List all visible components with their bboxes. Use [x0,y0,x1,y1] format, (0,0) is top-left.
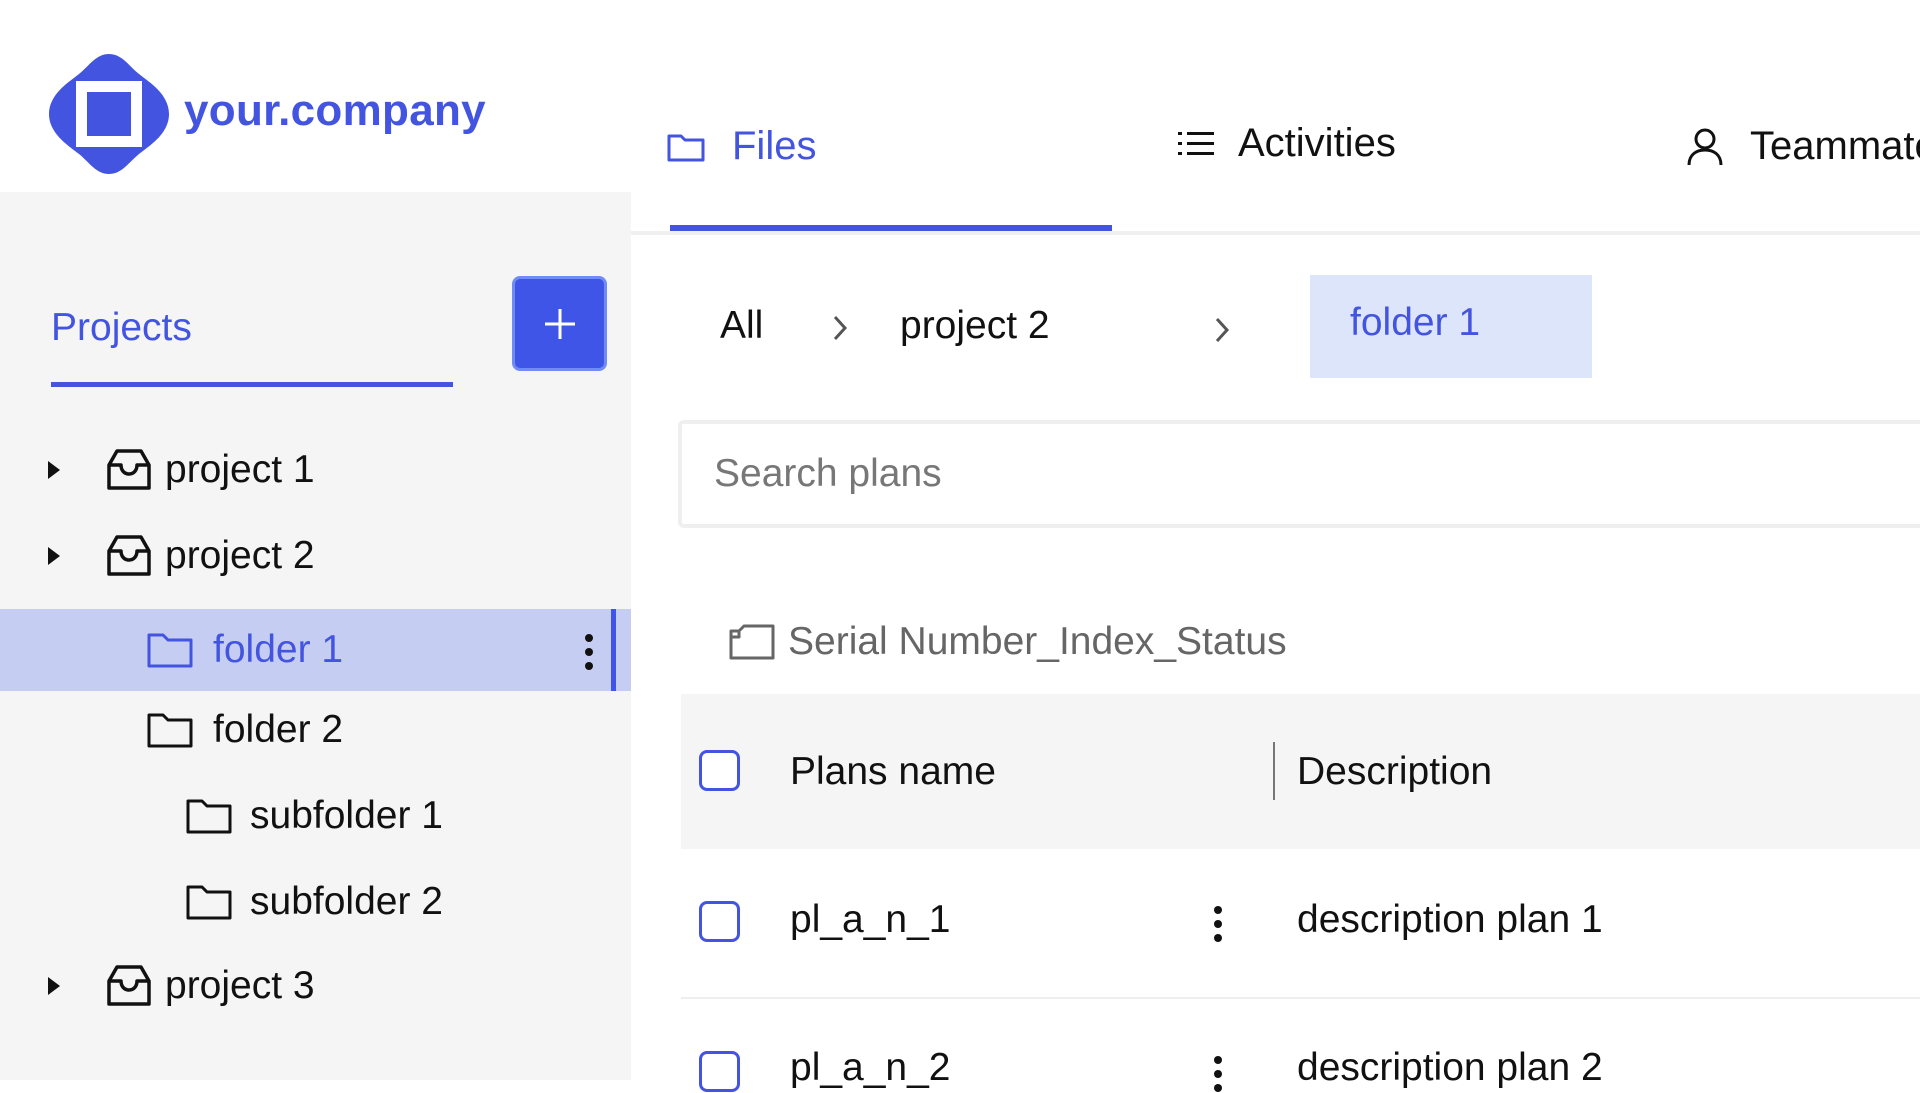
tree-item-folder-2[interactable]: folder 2 [0,702,631,758]
tab-activities-label: Activities [1238,121,1396,165]
company-name: your.company [184,86,486,135]
breadcrumb-project-2[interactable]: project 2 [900,304,1050,348]
inbox-icon [106,534,152,578]
column-header-description[interactable]: Description [1297,750,1492,794]
tab-activities[interactable]: Activities [1176,121,1396,166]
tab-teammates[interactable]: Teammates [1686,124,1920,169]
search-plans-input[interactable] [678,420,1920,528]
chevron-right-icon [1214,316,1230,344]
tab-files[interactable]: Files [666,124,816,169]
row-divider [681,997,1920,999]
more-options-icon[interactable] [1213,1055,1223,1093]
breadcrumb-all[interactable]: All [720,304,763,348]
plus-icon [545,309,575,339]
projects-title-underline [51,382,453,387]
plan-name[interactable]: pl_a_n_2 [790,1046,951,1090]
column-header-plans-name[interactable]: Plans name [790,750,996,794]
naming-convention-hint: Serial Number_Index_Status [728,620,1287,664]
row-checkbox[interactable] [699,1051,740,1092]
tree-item-subfolder-1[interactable]: subfolder 1 [0,788,631,844]
tree-item-label: subfolder 1 [250,794,443,837]
plan-description: description plan 2 [1297,1046,1603,1089]
caret-right-icon[interactable] [47,460,61,480]
projects-title: Projects [51,306,192,349]
selection-indicator [611,609,616,691]
select-all-checkbox[interactable] [699,750,740,791]
breadcrumb-current-label: folder 1 [1350,301,1481,344]
breadcrumb-folder-1[interactable]: folder 1 [1310,275,1592,378]
more-options-icon[interactable] [1213,905,1223,943]
column-divider[interactable] [1273,742,1275,800]
user-icon [1686,127,1724,167]
tree-item-project-2[interactable]: project 2 [0,528,631,584]
chevron-right-icon [832,314,848,342]
row-checkbox[interactable] [699,901,740,942]
tree-item-label: folder 2 [213,708,344,751]
folder-icon [146,711,194,749]
tree-item-project-3[interactable]: project 3 [0,958,631,1014]
caret-right-icon[interactable] [47,976,61,996]
folder-icon [185,883,233,921]
list-icon [1176,128,1216,160]
inbox-icon [106,448,152,492]
active-tab-indicator [670,225,1112,231]
tree-item-folder-1[interactable]: folder 1 [0,609,631,691]
company-logo-icon [47,52,171,176]
tree-item-label: folder 1 [213,628,344,671]
document-label-icon [728,623,776,661]
folder-icon [666,131,706,163]
tree-item-project-1[interactable]: project 1 [0,442,631,498]
plan-name[interactable]: pl_a_n_1 [790,898,951,942]
tree-item-label: project 1 [165,448,315,491]
tree-item-label: project 3 [165,964,315,1007]
folder-icon [146,631,194,669]
folder-icon [185,797,233,835]
tree-item-label: subfolder 2 [250,880,443,923]
tree-item-subfolder-2[interactable]: subfolder 2 [0,874,631,930]
plan-description: description plan 1 [1297,898,1603,941]
add-project-button[interactable] [512,276,607,371]
inbox-icon [106,964,152,1008]
tree-item-label: project 2 [165,534,315,577]
more-options-icon[interactable] [584,633,594,671]
tab-files-label: Files [732,124,817,168]
naming-hint-text: Serial Number_Index_Status [788,620,1287,663]
tabs-divider [631,231,1920,235]
caret-right-icon[interactable] [47,546,61,566]
tab-teammates-label: Teammates [1750,124,1920,168]
